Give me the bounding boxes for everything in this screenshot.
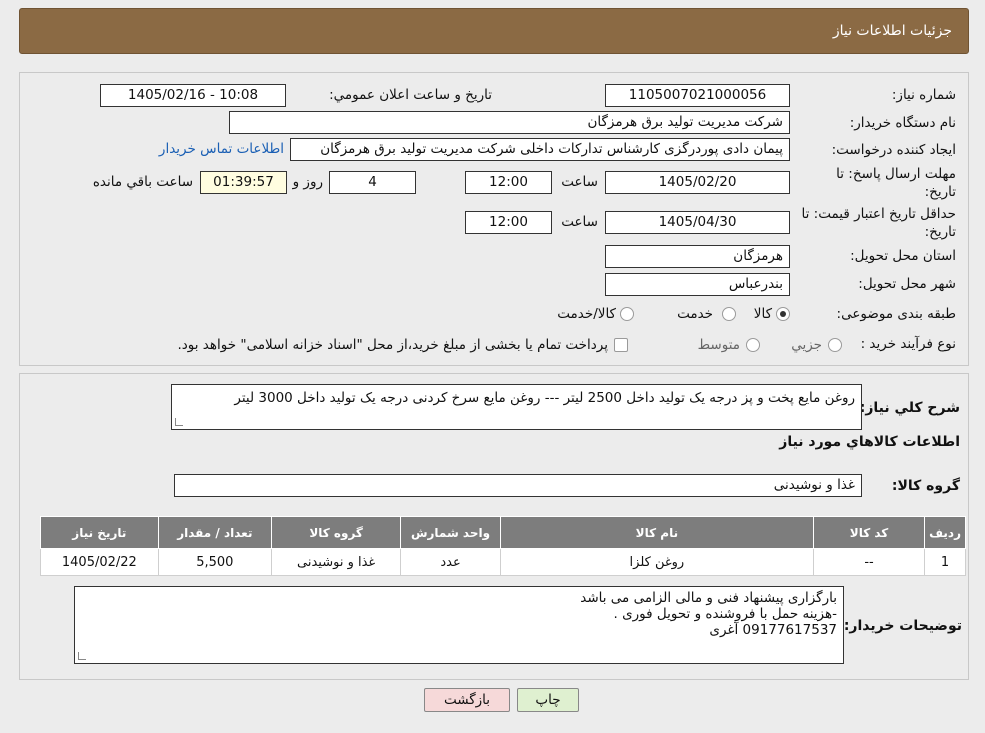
city-label: شهر محل تحویل:	[858, 276, 956, 292]
days-field: 4	[329, 171, 416, 194]
creator-field: پیمان دادی پوردرگزی کارشناس تدارکات داخل…	[290, 138, 790, 161]
buyer-notes-field: بارگزاری پیشنهاد فنی و مالی الزامی می با…	[74, 586, 844, 664]
buyer-notes-line-2: -هزینه حمل با فروشنده و تحویل فوری .	[613, 606, 837, 622]
category-service-label: خدمت	[677, 306, 713, 322]
deadline-time-label: ساعت	[561, 174, 598, 190]
remaining-time-field: 01:39:57	[200, 171, 287, 194]
buyer-notes-label: توضیحات خریدار:	[843, 618, 962, 634]
cell-row: 1	[924, 548, 966, 576]
items-title: اطلاعات کالاهاي مورد نیاز	[779, 434, 960, 450]
category-label: طبقه بندی موضوعی:	[836, 306, 956, 322]
creator-label: ایجاد کننده درخواست:	[831, 142, 956, 158]
col-code: کد کالا	[812, 516, 926, 549]
buyer-org-field: شرکت مدیریت تولید برق هرمزگان	[229, 111, 790, 134]
announce-label: تاریخ و ساعت اعلان عمومي:	[329, 87, 492, 103]
validity-label: حداقل تاریخ اعتبار قیمت: تا	[801, 206, 956, 222]
col-row: ردیف	[924, 516, 966, 549]
validity-time-label: ساعت	[561, 214, 598, 230]
process-minor-radio[interactable]	[828, 338, 842, 352]
deadline-date-field: 1405/02/20	[605, 171, 790, 194]
need-info-panel: شماره نیاز: 1105007021000056 تاریخ و ساع…	[19, 72, 969, 366]
deadline-label: مهلت ارسال پاسخ: تا	[836, 166, 956, 182]
announce-field: 1405/02/16 - 10:08	[100, 84, 286, 107]
col-date: تاریخ نیاز	[40, 516, 159, 549]
print-button[interactable]: چاپ	[517, 688, 579, 712]
table-row: 1 -- روغن کلزا عدد غذا و نوشیدنی 5,500 1…	[40, 548, 966, 576]
notes-resize-handle-icon[interactable]	[78, 652, 86, 660]
deadline-label-2: تاریخ:	[924, 184, 956, 200]
remaining-label: ساعت باقي مانده	[92, 174, 193, 190]
col-qty: تعداد / مقدار	[157, 516, 273, 549]
buyer-org-label: نام دستگاه خریدار:	[849, 115, 956, 131]
col-group: گروه کالا	[270, 516, 402, 549]
group-field: غذا و نوشیدنی	[174, 474, 862, 497]
process-note: پرداخت تمام یا بخشی از مبلغ خرید،از محل …	[177, 337, 608, 353]
summary-label: شرح کلي نیاز:	[859, 400, 960, 416]
details-panel: شرح کلي نیاز: روغن مایع پخت و پز درجه یک…	[19, 373, 969, 680]
days-label: روز و	[292, 174, 323, 190]
validity-label-2: تاریخ:	[924, 224, 956, 240]
group-label: گروه کالا:	[891, 478, 960, 494]
page-title: جزئیات اطلاعات نیاز	[832, 23, 952, 39]
buyer-notes-line-3: 09177617537 آغری	[709, 622, 837, 638]
col-name: نام کالا	[499, 516, 814, 549]
province-field: هرمزگان	[605, 245, 790, 268]
items-table: ردیف کد کالا نام کالا واحد شمارش گروه کا…	[40, 516, 966, 576]
cell-code: --	[812, 548, 926, 576]
validity-date-field: 1405/04/30	[605, 211, 790, 234]
deadline-time-field: 12:00	[465, 171, 552, 194]
back-button[interactable]: بازگشت	[424, 688, 510, 712]
summary-text: روغن مایع پخت و پز درجه یک تولید داخل 25…	[234, 390, 855, 406]
validity-time-field: 12:00	[465, 211, 552, 234]
buyer-contact-link[interactable]: اطلاعات تماس خریدار	[159, 141, 284, 157]
city-field: بندرعباس	[605, 273, 790, 296]
cell-name: روغن کلزا	[499, 548, 814, 576]
process-medium-label: متوسط	[697, 337, 740, 353]
announce-value: 1405/02/16 - 10:08	[127, 87, 259, 103]
page-header: جزئیات اطلاعات نیاز	[19, 8, 969, 54]
need-number-field: 1105007021000056	[605, 84, 790, 107]
cell-date: 1405/02/22	[40, 548, 159, 576]
province-label: استان محل تحویل:	[850, 248, 956, 264]
summary-field: روغن مایع پخت و پز درجه یک تولید داخل 25…	[171, 384, 862, 430]
category-goods-service-radio[interactable]	[620, 307, 634, 321]
cell-unit: عدد	[400, 548, 501, 576]
treasury-checkbox[interactable]	[614, 338, 628, 352]
col-unit: واحد شمارش	[400, 516, 501, 549]
cell-group: غذا و نوشیدنی	[270, 548, 402, 576]
need-number-label: شماره نیاز:	[891, 87, 956, 103]
process-minor-label: جزیي	[791, 337, 822, 353]
buyer-notes-line-1: بارگزاری پیشنهاد فنی و مالی الزامی می با…	[580, 590, 837, 606]
category-goods-service-label: کالا/خدمت	[557, 306, 616, 322]
category-goods-radio[interactable]	[776, 307, 790, 321]
resize-handle-icon[interactable]	[175, 418, 183, 426]
cell-qty: 5,500	[157, 548, 273, 576]
process-medium-radio[interactable]	[746, 338, 760, 352]
table-header-row: ردیف کد کالا نام کالا واحد شمارش گروه کا…	[40, 516, 966, 549]
process-label: نوع فرآیند خرید :	[860, 336, 956, 352]
category-service-radio[interactable]	[722, 307, 736, 321]
category-goods-label: کالا	[753, 306, 772, 322]
